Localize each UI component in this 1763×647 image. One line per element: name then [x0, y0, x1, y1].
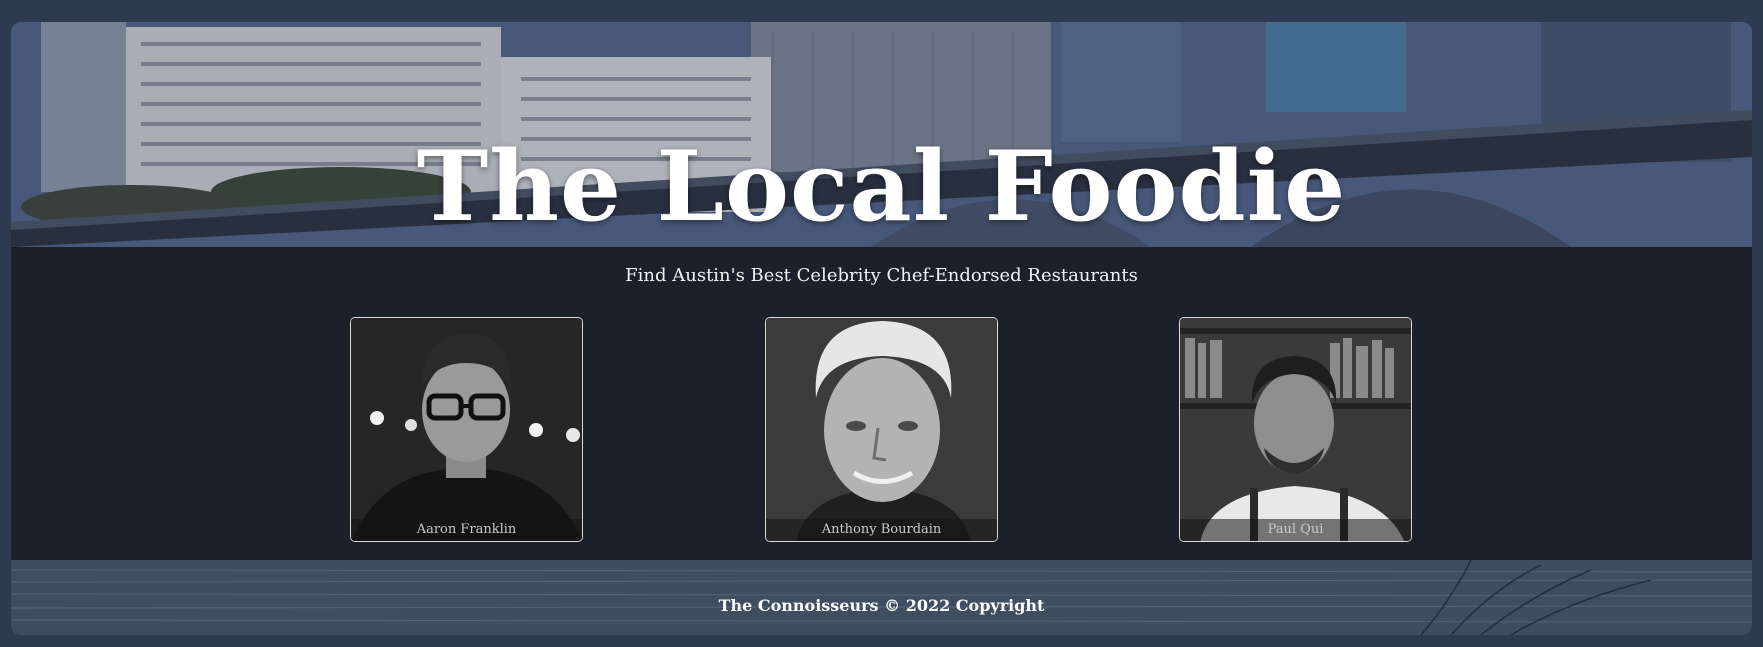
copyright-text: The Connoisseurs © 2022 Copyright: [718, 596, 1045, 615]
chef-photo-aaron-franklin: [351, 318, 582, 541]
chef-photo-paul-qui: [1180, 318, 1411, 541]
chef-gallery: Aaron Franklin Anthony Bourdain Paul Qui: [11, 317, 1752, 547]
chef-name-label: Aaron Franklin: [351, 519, 582, 541]
chef-card-aaron-franklin[interactable]: Aaron Franklin: [350, 317, 583, 542]
site-footer: The Connoisseurs © 2022 Copyright: [11, 560, 1752, 635]
page-title: The Local Foodie: [416, 130, 1347, 243]
hero-banner: The Local Foodie: [11, 22, 1752, 247]
chef-name-label: Paul Qui: [1180, 519, 1411, 541]
chef-card-anthony-bourdain[interactable]: Anthony Bourdain: [765, 317, 998, 542]
chef-card-paul-qui[interactable]: Paul Qui: [1179, 317, 1412, 542]
chef-photo-anthony-bourdain: [766, 318, 997, 541]
page-subtitle: Find Austin's Best Celebrity Chef-Endors…: [625, 265, 1138, 286]
chef-name-label: Anthony Bourdain: [766, 519, 997, 541]
page-frame: The Local Foodie Find Austin's Best Cele…: [11, 22, 1752, 635]
